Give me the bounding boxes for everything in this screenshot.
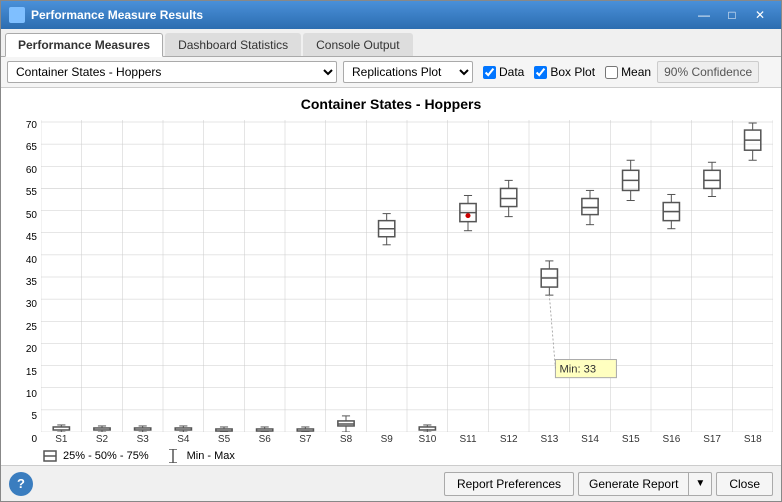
- x-label-s18: S18: [732, 434, 773, 445]
- y-label-45: 45: [9, 232, 37, 243]
- titlebar-close-button[interactable]: ✕: [747, 6, 773, 24]
- report-preferences-button[interactable]: Report Preferences: [444, 472, 574, 496]
- x-label-s2: S2: [82, 434, 123, 445]
- bottom-bar-right: Report Preferences Generate Report ▼ Clo…: [444, 472, 773, 496]
- x-label-s14: S14: [570, 434, 611, 445]
- window-title: Performance Measure Results: [31, 8, 203, 22]
- generate-report-button[interactable]: Generate Report: [578, 472, 688, 496]
- toolbar: Container States - Hoppers Replications …: [1, 57, 781, 88]
- close-button[interactable]: Close: [716, 472, 773, 496]
- chart-title: Container States - Hoppers: [9, 96, 773, 112]
- mean-checkbox[interactable]: [605, 66, 618, 79]
- boxplot-checkbox[interactable]: [534, 66, 547, 79]
- x-label-s3: S3: [122, 434, 163, 445]
- maximize-button[interactable]: □: [719, 6, 745, 24]
- y-axis: 0 5 10 15 20 25 30 35 40 45 50 55 60 65 …: [9, 120, 41, 445]
- x-label-s10: S10: [407, 434, 448, 445]
- legend-whisker-icon: [165, 449, 181, 463]
- y-label-25: 25: [9, 322, 37, 333]
- y-label-40: 40: [9, 255, 37, 266]
- x-label-s7: S7: [285, 434, 326, 445]
- x-axis: S1 S2 S3 S4 S5 S6 S7 S8 S9 S10 S11 S12 S…: [41, 432, 773, 445]
- x-label-s6: S6: [244, 434, 285, 445]
- x-label-s13: S13: [529, 434, 570, 445]
- plot-area: Min: 33: [41, 120, 773, 432]
- tab-bar: Performance Measures Dashboard Statistic…: [1, 29, 781, 57]
- generate-report-dropdown[interactable]: ▼: [688, 472, 712, 496]
- legend-whisker-item: Min - Max: [165, 449, 235, 463]
- mean-checkbox-label[interactable]: Mean: [605, 65, 651, 79]
- tab-dashboard-statistics[interactable]: Dashboard Statistics: [165, 33, 301, 56]
- y-label-15: 15: [9, 367, 37, 378]
- window-controls: — □ ✕: [691, 6, 773, 24]
- x-label-s12: S12: [488, 434, 529, 445]
- legend-box-icon: [43, 449, 57, 463]
- dataset-select[interactable]: Container States - Hoppers: [7, 61, 337, 83]
- tab-performance-measures[interactable]: Performance Measures: [5, 33, 163, 57]
- boxplot-checkbox-label[interactable]: Box Plot: [534, 65, 595, 79]
- y-label-35: 35: [9, 277, 37, 288]
- bottom-bar: ? Report Preferences Generate Report ▼ C…: [1, 465, 781, 501]
- x-label-s4: S4: [163, 434, 204, 445]
- data-checkbox[interactable]: [483, 66, 496, 79]
- legend-whisker-label: Min - Max: [187, 450, 235, 462]
- y-label-55: 55: [9, 187, 37, 198]
- legend-box-label: 25% - 50% - 75%: [63, 450, 149, 462]
- y-label-60: 60: [9, 165, 37, 176]
- checkbox-group: Data Box Plot Mean: [483, 65, 651, 79]
- y-label-0: 0: [9, 434, 37, 445]
- chart-area: Container States - Hoppers 0 5 10 15 20 …: [1, 88, 781, 465]
- app-icon: [9, 7, 25, 23]
- data-checkbox-label[interactable]: Data: [483, 65, 524, 79]
- confidence-display: 90% Confidence: [657, 61, 759, 83]
- x-label-s9: S9: [366, 434, 407, 445]
- plot-type-select[interactable]: Replications Plot: [343, 61, 473, 83]
- plot-container: Min: 33: [41, 120, 773, 445]
- x-label-s15: S15: [610, 434, 651, 445]
- legend-box-item: 25% - 50% - 75%: [43, 449, 149, 463]
- y-label-10: 10: [9, 389, 37, 400]
- svg-text:Min: 33: Min: 33: [560, 364, 597, 376]
- y-label-70: 70: [9, 120, 37, 131]
- bottom-bar-left: ?: [9, 472, 33, 496]
- x-label-s17: S17: [692, 434, 733, 445]
- generate-report-split-button[interactable]: Generate Report ▼: [578, 472, 712, 496]
- title-bar: Performance Measure Results — □ ✕: [1, 1, 781, 29]
- chart-svg: Min: 33: [41, 120, 773, 432]
- x-label-s8: S8: [326, 434, 367, 445]
- tab-console-output[interactable]: Console Output: [303, 33, 412, 56]
- help-button[interactable]: ?: [9, 472, 33, 496]
- y-label-5: 5: [9, 411, 37, 422]
- minimize-button[interactable]: —: [691, 6, 717, 24]
- chart-legend: 25% - 50% - 75% Min - Max: [9, 445, 773, 465]
- y-label-20: 20: [9, 344, 37, 355]
- x-label-s5: S5: [204, 434, 245, 445]
- y-label-65: 65: [9, 142, 37, 153]
- y-label-50: 50: [9, 210, 37, 221]
- x-label-s11: S11: [448, 434, 489, 445]
- y-label-30: 30: [9, 299, 37, 310]
- x-label-s16: S16: [651, 434, 692, 445]
- x-label-s1: S1: [41, 434, 82, 445]
